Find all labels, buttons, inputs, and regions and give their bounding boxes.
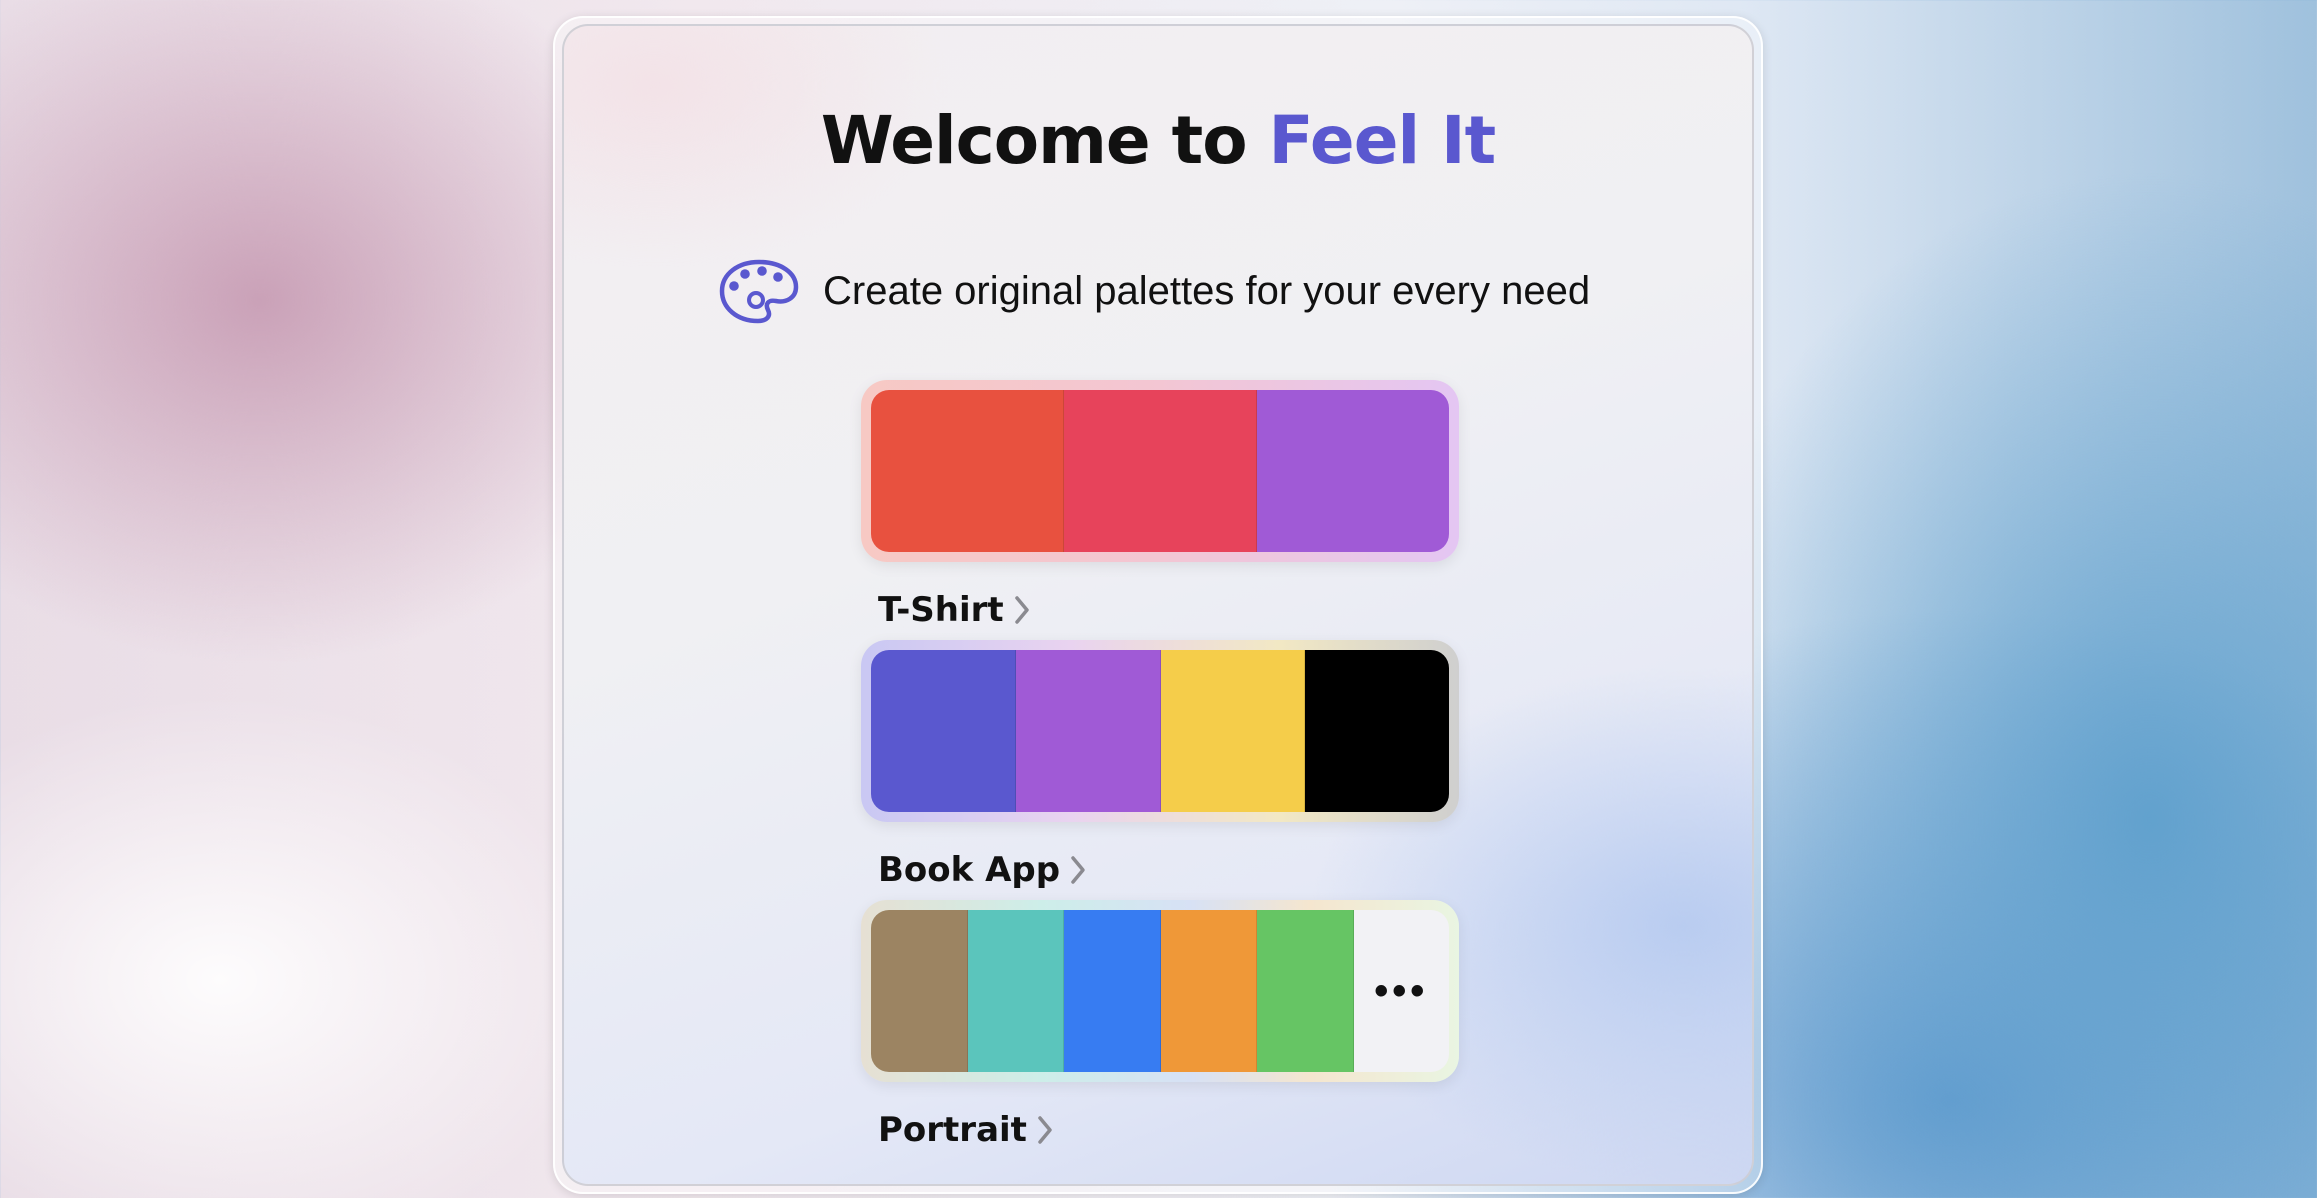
palette-label: Portrait (878, 1110, 1027, 1150)
chevron-right-icon (1071, 856, 1085, 884)
app-name: Feel It (1268, 102, 1497, 179)
color-swatch (1257, 390, 1449, 552)
color-swatch (1064, 910, 1161, 1072)
color-swatch (871, 650, 1016, 812)
color-swatch (967, 910, 1064, 1072)
color-swatch (1064, 390, 1257, 552)
swatch-strip: ••• (871, 910, 1449, 1072)
title-prefix: Welcome to (820, 102, 1248, 179)
palette-link-portrait[interactable]: Portrait (878, 1110, 1055, 1150)
palette-link-tshirt[interactable]: T-Shirt (878, 590, 1032, 630)
palette-link-book-app[interactable]: Book App (878, 850, 1088, 890)
color-swatch (1160, 650, 1306, 812)
feature-text: Create original palettes for your every … (823, 268, 1591, 313)
color-swatch (1015, 650, 1161, 812)
color-swatch (1257, 910, 1354, 1072)
color-swatch (871, 390, 1064, 552)
color-swatch (871, 910, 968, 1072)
swatch-strip (871, 390, 1449, 552)
palette-card-portrait[interactable]: ••• (861, 900, 1459, 1082)
palette-label: Book App (878, 850, 1061, 890)
palette-card-tshirt[interactable] (861, 380, 1459, 562)
more-colors-swatch: ••• (1353, 910, 1449, 1072)
color-swatch (1160, 910, 1257, 1072)
color-swatch (1305, 650, 1449, 812)
palette-icon (719, 259, 799, 324)
swatch-strip (871, 650, 1449, 812)
welcome-window: Welcome to Feel It Create original palet… (562, 24, 1754, 1186)
palette-label: T-Shirt (878, 590, 1004, 630)
page-title: Welcome to Feel It (564, 102, 1752, 179)
chevron-right-icon (1038, 1116, 1052, 1144)
feature-row: Create original palettes for your every … (717, 256, 1590, 326)
palette-card-book-app[interactable] (861, 640, 1459, 822)
chevron-right-icon (1014, 596, 1029, 624)
